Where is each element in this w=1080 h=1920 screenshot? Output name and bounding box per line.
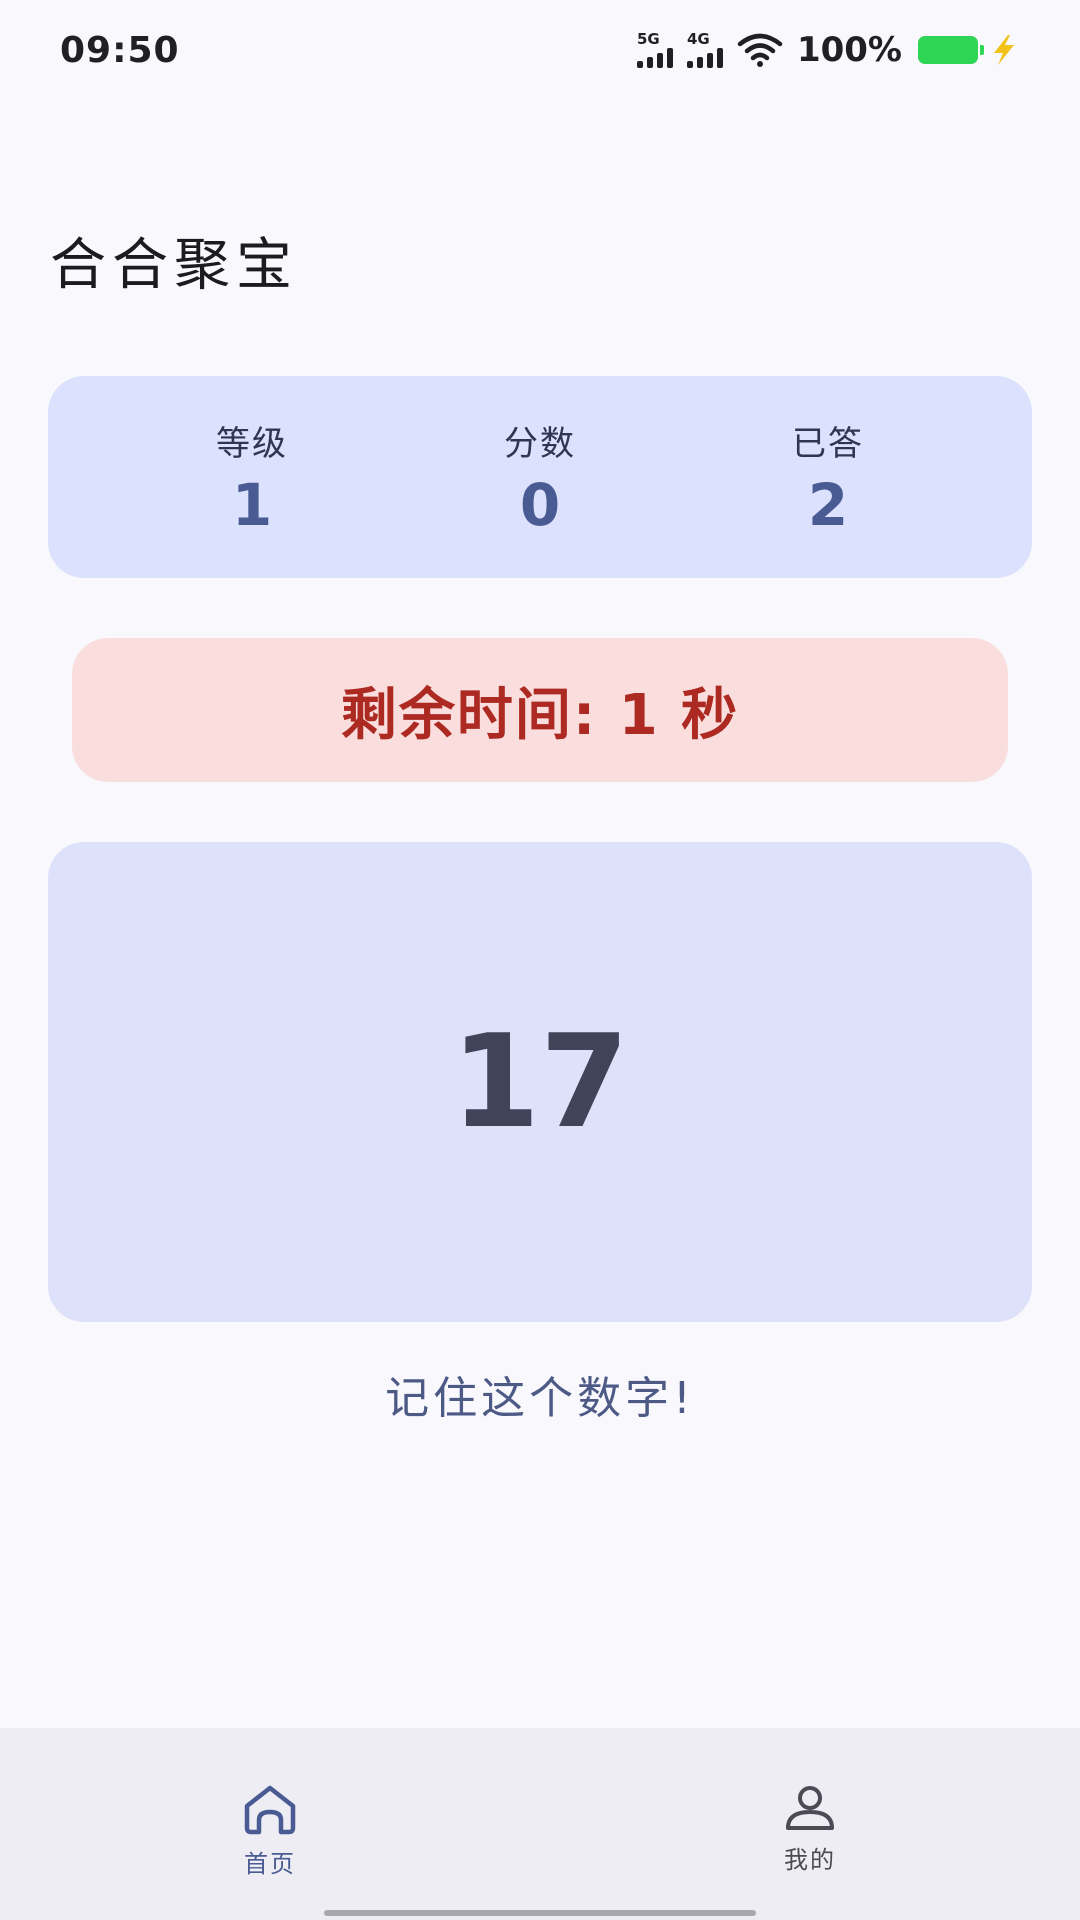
signal-bars-icon bbox=[636, 48, 673, 68]
bottom-nav: 首页 我的 bbox=[0, 1728, 1080, 1920]
nav-item-home[interactable]: 首页 bbox=[0, 1728, 540, 1920]
number-card: 17 bbox=[48, 842, 1032, 1322]
stat-level-value: 1 bbox=[231, 470, 273, 539]
profile-icon bbox=[786, 1786, 834, 1830]
stat-score: 分数 0 bbox=[440, 416, 640, 539]
signal-4g: 4G bbox=[686, 30, 727, 68]
timer-card: 剩余时间: 1 秒 bbox=[72, 638, 1008, 782]
app-screen: 09:50 5G 4G 100% 合合聚宝 等级 1 分数 0 已答 2 剩余时… bbox=[0, 0, 1080, 1920]
home-icon bbox=[244, 1785, 296, 1835]
wifi-icon bbox=[737, 33, 783, 67]
stat-score-label: 分数 bbox=[504, 423, 576, 464]
signal-bars-icon bbox=[686, 48, 723, 68]
charging-bolt-icon bbox=[994, 35, 1014, 65]
stat-score-value: 0 bbox=[519, 470, 561, 539]
status-bar: 09:50 5G 4G 100% bbox=[0, 0, 1080, 100]
hint-text: 记住这个数字! bbox=[385, 1373, 695, 1424]
battery-icon bbox=[918, 36, 984, 64]
stat-answered: 已答 2 bbox=[728, 416, 928, 539]
battery-percent: 100% bbox=[796, 30, 902, 70]
signal-5g-label: 5G bbox=[636, 30, 660, 48]
stat-level-label: 等级 bbox=[216, 423, 288, 464]
signal-4g-label: 4G bbox=[686, 30, 710, 48]
nav-label-home: 首页 bbox=[244, 1850, 296, 1878]
nav-item-mine[interactable]: 我的 bbox=[540, 1728, 1080, 1920]
stat-level: 等级 1 bbox=[152, 416, 352, 539]
status-icons: 5G 4G 100% bbox=[636, 30, 1020, 70]
status-time: 09:50 bbox=[60, 29, 180, 71]
stats-card: 等级 1 分数 0 已答 2 bbox=[48, 376, 1032, 578]
stat-answered-value: 2 bbox=[807, 470, 849, 539]
memory-number: 17 bbox=[450, 1007, 630, 1157]
stat-answered-label: 已答 bbox=[792, 423, 864, 464]
signal-5g: 5G bbox=[636, 30, 677, 68]
page-title: 合合聚宝 bbox=[50, 233, 298, 298]
home-indicator[interactable] bbox=[324, 1910, 756, 1916]
timer-text: 剩余时间: 1 秒 bbox=[340, 682, 740, 748]
nav-label-mine: 我的 bbox=[784, 1846, 836, 1874]
